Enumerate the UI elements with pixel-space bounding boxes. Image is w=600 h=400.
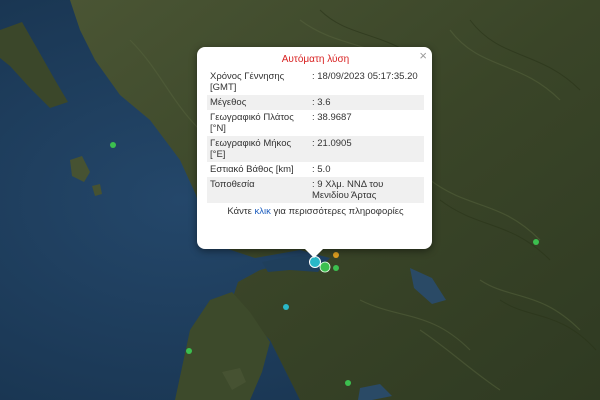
row-label-origin-time: Χρόνος Γέννησης [GMT] xyxy=(210,71,285,93)
row-value-longitude: : 21.0905 xyxy=(309,136,424,162)
footer-text-after: για περισσότερες πληροφορίες xyxy=(270,206,404,217)
table-row: Τοποθεσία : 9 Χλμ. ΝΝΔ του Μενιδίου Άρτα… xyxy=(207,177,424,203)
quake-marker[interactable] xyxy=(110,142,116,148)
quake-marker-selected[interactable] xyxy=(309,256,321,268)
close-icon[interactable]: × xyxy=(419,49,427,63)
quake-marker[interactable] xyxy=(345,380,351,386)
quake-marker[interactable] xyxy=(186,348,192,354)
quake-marker[interactable] xyxy=(333,265,339,271)
row-value-location: : 9 Χλμ. ΝΝΔ του Μενιδίου Άρτας xyxy=(309,177,424,203)
quake-marker[interactable] xyxy=(283,304,289,310)
row-value-origin-time: : 18/09/2023 05:17:35.20 xyxy=(312,71,418,82)
quake-marker[interactable] xyxy=(319,261,331,273)
row-label-location: Τοποθεσία xyxy=(207,177,309,203)
row-value-latitude: : 38.9687 xyxy=(312,112,352,123)
table-row: Χρόνος Γέννησης [GMT] : 18/09/2023 05:17… xyxy=(207,69,424,95)
row-label-depth: Εστιακό Βάθος [km] xyxy=(210,164,294,175)
row-value-depth: : 5.0 xyxy=(312,164,331,175)
popup-title: Αυτόματη λύση xyxy=(281,54,350,65)
more-info-line: Κάντε κλικ για περισσότερες πληροφορίες xyxy=(207,206,424,217)
footer-text-before: Κάντε xyxy=(227,206,255,217)
table-row: Γεωγραφικό Πλάτος [°N] : 38.9687 xyxy=(207,110,424,136)
quake-marker[interactable] xyxy=(533,239,539,245)
row-label-longitude: Γεωγραφικό Μήκος [°E] xyxy=(207,136,309,162)
table-row: Γεωγραφικό Μήκος [°E] : 21.0905 xyxy=(207,136,424,162)
row-label-latitude: Γεωγραφικό Πλάτος [°N] xyxy=(210,112,294,134)
row-label-magnitude: Μέγεθος xyxy=(207,95,309,110)
quake-marker[interactable] xyxy=(333,252,339,258)
table-row: Εστιακό Βάθος [km] : 5.0 xyxy=(207,162,424,177)
more-info-link[interactable]: κλικ xyxy=(255,206,271,217)
table-row: Μέγεθος : 3.6 xyxy=(207,95,424,110)
earthquake-details-table: Χρόνος Γέννησης [GMT] : 18/09/2023 05:17… xyxy=(207,69,424,203)
row-value-magnitude: : 3.6 xyxy=(309,95,424,110)
earthquake-info-popup: × Αυτόματη λύση Χρόνος Γέννησης [GMT] : … xyxy=(197,47,432,258)
